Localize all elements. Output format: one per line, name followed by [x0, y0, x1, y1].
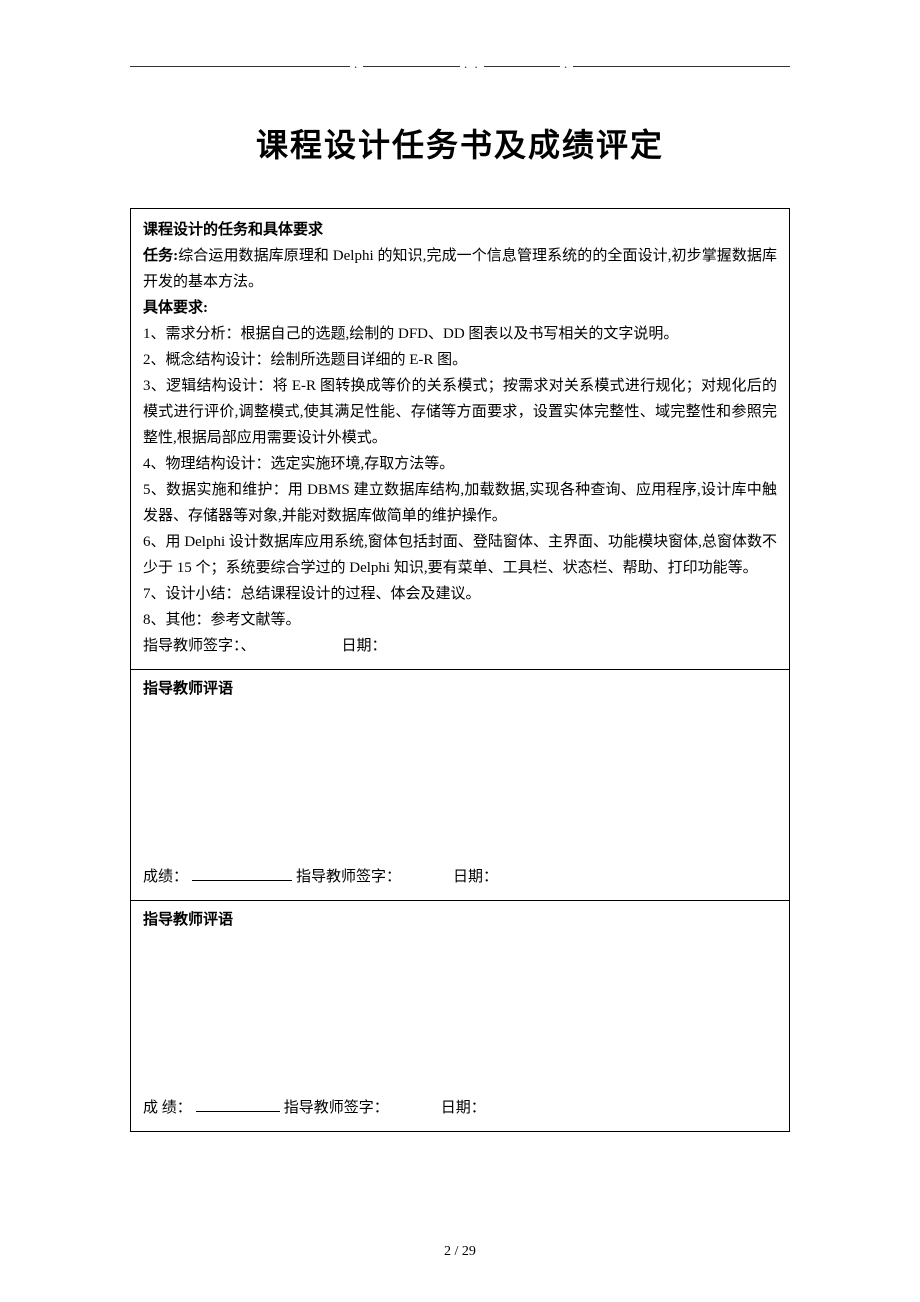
requirements-cell: 课程设计的任务和具体要求 任务:综合运用数据库原理和 Delphi 的知识,完成…: [131, 209, 790, 670]
teacher-sign-label: 指导教师签字：: [296, 869, 401, 885]
grade-label: 成绩：: [143, 869, 188, 885]
signature-line: 指导教师签字：、 日期：: [143, 633, 777, 659]
page-footer: 2 / 29: [0, 1244, 920, 1260]
req-item: 4、物理结构设计：选定实施环境,存取方法等。: [143, 451, 777, 477]
eval-heading: 指导教师评语: [143, 676, 233, 702]
eval-bottom-line: 成 绩： 指导教师签字： 日期：: [143, 1095, 777, 1121]
date-label: 日期：: [441, 1100, 486, 1116]
date-label: 日期：: [453, 869, 498, 885]
header-mark-3: .: [560, 56, 573, 72]
req-item: 5、数据实施和维护：用 DBMS 建立数据库结构,加载数据,实现各种查询、应用程…: [143, 477, 777, 529]
evaluation-cell-2: 指导教师评语 成 绩： 指导教师签字： 日期：: [131, 901, 790, 1132]
req-label: 具体要求:: [143, 295, 777, 321]
grade-blank: [196, 1096, 280, 1112]
header-rule: . . . .: [130, 60, 790, 72]
teacher-sign-label: 指导教师签字：: [284, 1100, 389, 1116]
grade-label: 成 绩：: [143, 1100, 192, 1116]
evaluation-cell-1: 指导教师评语 成绩： 指导教师签字： 日期：: [131, 670, 790, 901]
eval-heading: 指导教师评语: [143, 907, 233, 933]
section-heading: 课程设计的任务和具体要求: [143, 217, 777, 243]
eval-bottom-line: 成绩： 指导教师签字： 日期：: [143, 864, 777, 890]
req-item: 1、需求分析：根据自己的选题,绘制的 DFD、DD 图表以及书写相关的文字说明。: [143, 321, 777, 347]
page-content: . . . . 课程设计任务书及成绩评定 课程设计的任务和具体要求 任务:综合运…: [130, 60, 790, 1132]
req-item: 2、概念结构设计：绘制所选题目详细的 E-R 图。: [143, 347, 777, 373]
teacher-sign-label: 指导教师签字：: [143, 638, 241, 654]
req-item: 3、逻辑结构设计：将 E-R 图转换成等价的关系模式；按需求对关系模式进行规化；…: [143, 373, 777, 451]
req-item: 7、设计小结：总结课程设计的过程、体会及建议。: [143, 581, 777, 607]
req-item: 6、用 Delphi 设计数据库应用系统,窗体包括封面、登陆窗体、主界面、功能模…: [143, 529, 777, 581]
header-mark-1: .: [350, 56, 363, 72]
sig-sep: 、: [241, 638, 256, 654]
date-label: 日期：: [342, 638, 387, 654]
main-table: 课程设计的任务和具体要求 任务:综合运用数据库原理和 Delphi 的知识,完成…: [130, 208, 790, 1132]
grade-blank: [192, 865, 292, 881]
task-label: 任务:: [143, 248, 178, 264]
task-line: 任务:综合运用数据库原理和 Delphi 的知识,完成一个信息管理系统的的全面设…: [143, 243, 777, 295]
header-mark-2: . .: [460, 56, 484, 72]
page-title: 课程设计任务书及成绩评定: [130, 120, 790, 166]
task-text: 综合运用数据库原理和 Delphi 的知识,完成一个信息管理系统的的全面设计,初…: [143, 248, 777, 290]
req-item: 8、其他：参考文献等。: [143, 607, 777, 633]
